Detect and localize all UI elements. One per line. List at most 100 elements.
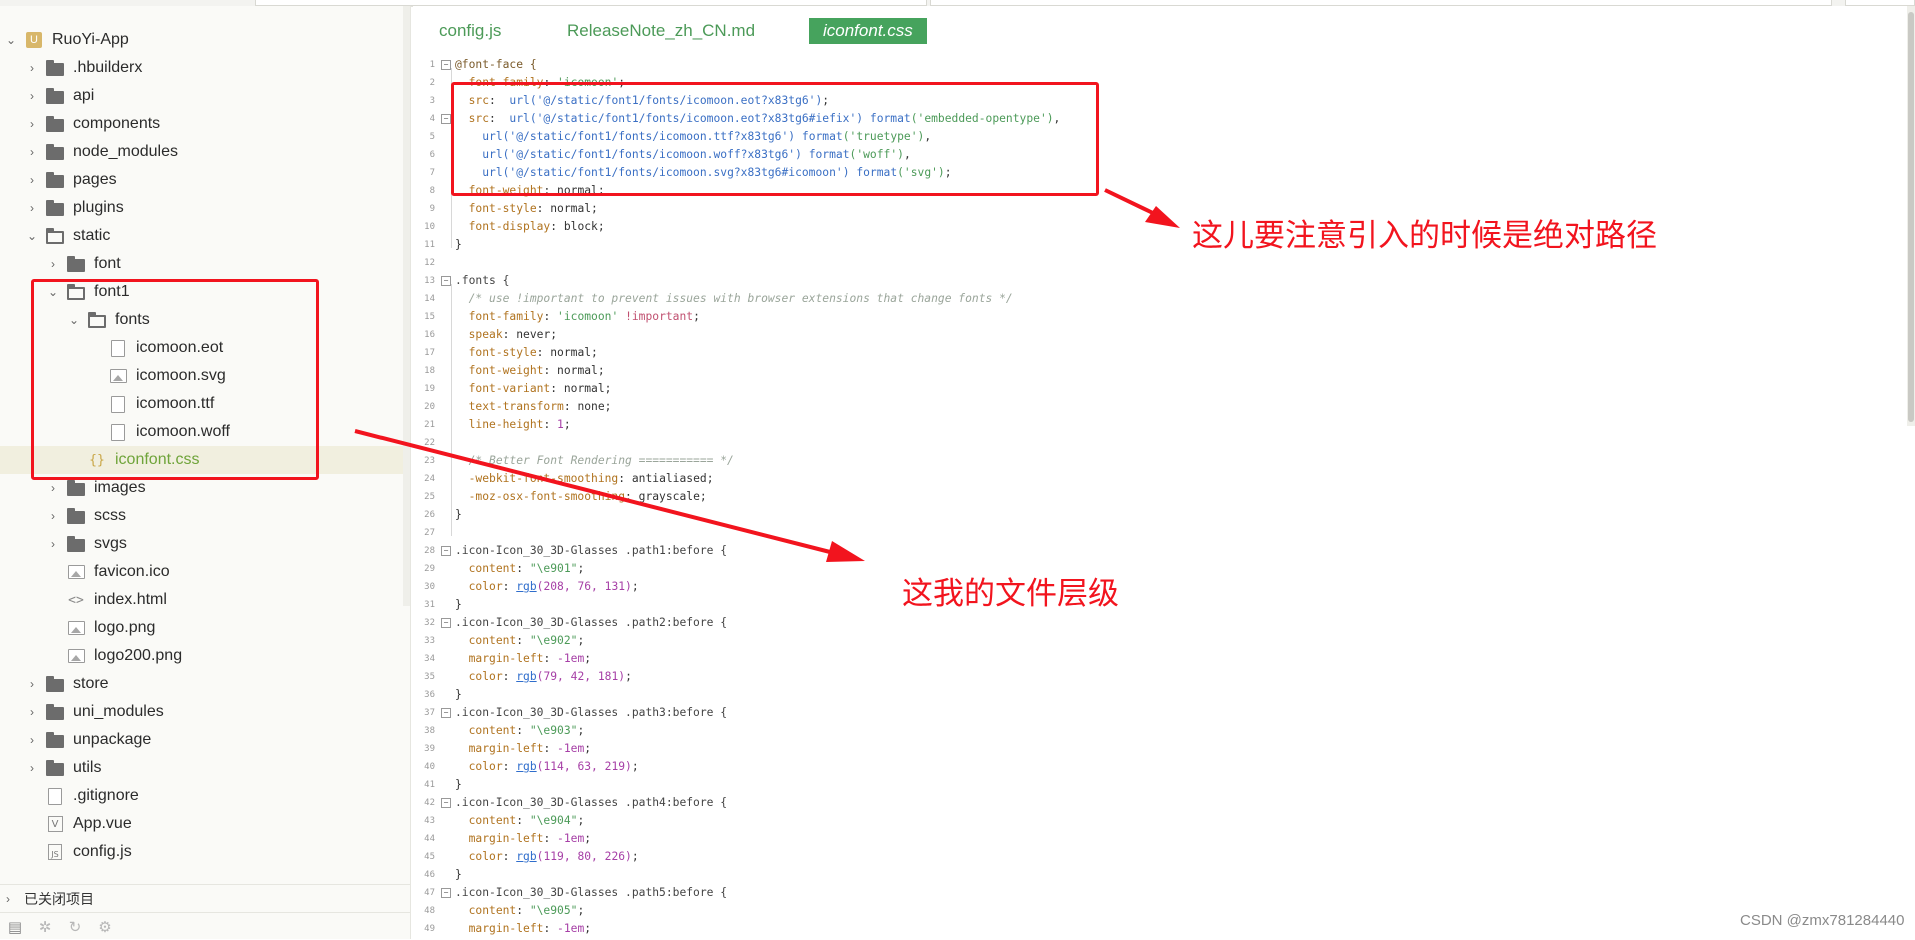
editor-scrollbar[interactable] (1907, 6, 1915, 426)
tree-item-folder[interactable]: › components (0, 110, 410, 138)
folder-icon (45, 171, 65, 189)
closed-projects[interactable]: › 已关闭项目 (0, 884, 410, 913)
tree-item-folder-open[interactable]: ⌄ static (0, 222, 410, 250)
tree-item-label: index.html (94, 591, 167, 608)
code-line: 47− .icon-Icon_30_3D-Glasses .path5:befor… (424, 886, 728, 899)
tree-item-folder[interactable]: › store (0, 670, 410, 698)
tree-item-file[interactable]: logo.png (0, 614, 410, 642)
html-file-icon: <> (68, 592, 84, 608)
code-line: 45 color: rgb(119, 80, 226); (424, 850, 639, 863)
chevron-right-icon[interactable]: › (46, 509, 60, 523)
tree-item-file[interactable]: .gitignore (0, 782, 410, 810)
image-file-icon (66, 647, 86, 665)
tree-item-label: favicon.ico (94, 563, 170, 580)
code-line: 46} (424, 868, 462, 881)
code-line: 44 margin-left: -1em; (424, 832, 592, 845)
tree-item-label: uni_modules (73, 703, 164, 720)
sidebar-scrollbar[interactable] (403, 6, 410, 606)
tree-item-label: store (73, 675, 109, 692)
tab-releasenote[interactable]: ReleaseNote_zh_CN.md (567, 18, 755, 44)
chevron-right-icon[interactable]: › (25, 89, 39, 103)
code-line: 15 font-family: 'icomoon' !important; (424, 310, 700, 323)
chevron-right-icon[interactable]: › (25, 761, 39, 775)
chevron-right-icon[interactable]: › (25, 201, 39, 215)
folder-icon (66, 535, 86, 553)
code-line: 38 content: "\e903"; (424, 724, 585, 737)
tree-item-folder[interactable]: › node_modules (0, 138, 410, 166)
tree-item-file[interactable]: <> index.html (0, 586, 410, 614)
fold-toggle-icon[interactable]: − (441, 60, 451, 70)
tree-item-project[interactable]: ⌄ U RuoYi-App (0, 26, 407, 54)
code-line: 19 font-variant: normal; (424, 382, 612, 395)
tree-item-file[interactable]: JS config.js (0, 838, 410, 866)
folder-icon (45, 115, 65, 133)
tree-item-label: static (73, 227, 111, 244)
tree-item-file[interactable]: logo200.png (0, 642, 410, 670)
folder-icon (66, 507, 86, 525)
tree-item-folder[interactable]: › unpackage (0, 726, 410, 754)
code-line: 42− .icon-Icon_30_3D-Glasses .path4:befor… (424, 796, 728, 809)
debug-icon[interactable]: ✲ (34, 918, 56, 936)
chevron-right-icon[interactable]: › (25, 145, 39, 159)
tree-item-label: config.js (73, 843, 132, 860)
tree-item-label: api (73, 87, 95, 104)
folder-icon (66, 479, 86, 497)
code-line: 13− .fonts { (424, 274, 510, 287)
code-line: 18 font-weight: normal; (424, 364, 605, 377)
fold-toggle-icon[interactable]: − (441, 798, 451, 808)
folder-icon[interactable]: ▤ (4, 918, 26, 936)
chevron-right-icon[interactable]: › (46, 481, 60, 495)
chevron-right-icon[interactable]: › (25, 705, 39, 719)
refresh-icon[interactable]: ↻ (64, 918, 86, 936)
tree-item-folder[interactable]: › utils (0, 754, 410, 782)
tab-config-js[interactable]: config.js (439, 18, 501, 44)
tree-item-folder[interactable]: › svgs (0, 530, 410, 558)
fold-toggle-icon[interactable]: − (441, 276, 451, 286)
js-file-icon: JS (45, 843, 65, 861)
fold-toggle-icon[interactable]: − (441, 708, 451, 718)
tree-item-folder[interactable]: › api (0, 82, 410, 110)
tree-item-label: utils (73, 759, 102, 776)
chevron-right-icon[interactable]: › (25, 677, 39, 691)
scrollbar-thumb[interactable] (1908, 12, 1914, 422)
fold-toggle-icon[interactable]: − (441, 888, 451, 898)
chevron-right-icon[interactable]: › (25, 61, 39, 75)
tree-item-file[interactable]: V App.vue (0, 810, 410, 838)
fold-toggle-icon[interactable]: − (441, 546, 451, 556)
chevron-right-icon[interactable]: › (25, 173, 39, 187)
tree-item-folder[interactable]: › plugins (0, 194, 410, 222)
tree-item-file[interactable]: favicon.ico (0, 558, 410, 586)
code-line: 30 color: rgb(208, 76, 131); (424, 580, 639, 593)
chevron-down-icon[interactable]: ⌄ (4, 33, 18, 47)
fold-toggle-icon[interactable]: − (441, 114, 451, 124)
folder-open-icon (45, 227, 65, 245)
code-line: 49 margin-left: -1em; (424, 922, 592, 935)
code-line: 25 -moz-osx-font-smoothing: grayscale; (424, 490, 707, 503)
chevron-right-icon[interactable]: › (6, 892, 20, 906)
tree-item-label: .gitignore (73, 787, 139, 804)
chevron-right-icon[interactable]: › (46, 257, 60, 271)
fold-toggle-icon[interactable]: − (441, 618, 451, 628)
chevron-right-icon[interactable]: › (25, 733, 39, 747)
code-line: 48 content: "\e905"; (424, 904, 585, 917)
code-line: 22 (424, 438, 435, 448)
code-line: 1− @font-face { (429, 58, 537, 71)
tree-item-label: App.vue (73, 815, 132, 832)
tree-item-label: RuoYi-App (52, 31, 129, 48)
annotation-absolute-path: 这儿要注意引入的时候是绝对路径 (1192, 218, 1657, 254)
tree-item-folder[interactable]: › uni_modules (0, 698, 410, 726)
tree-item-folder[interactable]: › scss (0, 502, 410, 530)
chevron-right-icon[interactable]: › (46, 537, 60, 551)
tree-item-folder[interactable]: › font (0, 250, 410, 278)
project-icon: U (24, 31, 44, 49)
tab-iconfont-css[interactable]: iconfont.css (809, 18, 927, 44)
code-line: 40 color: rgb(114, 63, 219); (424, 760, 639, 773)
tree-item-folder[interactable]: › .hbuilderx (0, 54, 410, 82)
plugin-icon[interactable]: ⚙ (94, 918, 116, 936)
tree-item-label: node_modules (73, 143, 178, 160)
code-line: 28− .icon-Icon_30_3D-Glasses .path1:befor… (424, 544, 728, 557)
tree-item-folder[interactable]: › pages (0, 166, 410, 194)
chevron-right-icon[interactable]: › (25, 117, 39, 131)
tree-item-label: .hbuilderx (73, 59, 143, 76)
chevron-down-icon[interactable]: ⌄ (25, 229, 39, 243)
